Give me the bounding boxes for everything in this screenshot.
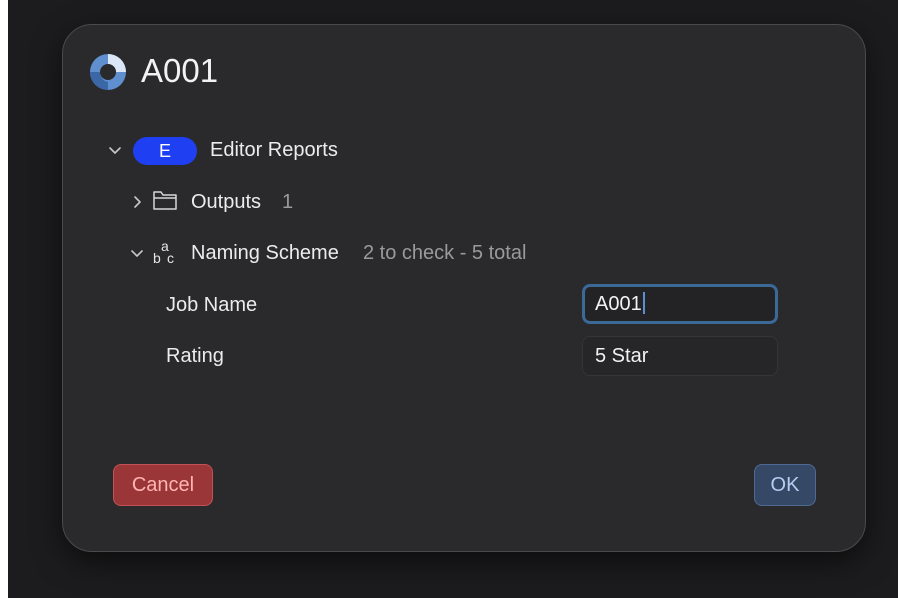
rating-field[interactable]: 5 Star bbox=[582, 336, 778, 376]
ok-button[interactable]: OK bbox=[754, 464, 816, 506]
job-name-value: A001 bbox=[595, 293, 642, 315]
editor-reports-badge: E bbox=[133, 137, 197, 165]
editor-reports-label[interactable]: Editor Reports bbox=[210, 137, 338, 163]
outputs-label[interactable]: Outputs bbox=[191, 189, 261, 215]
job-name-field[interactable]: A001 bbox=[582, 284, 778, 324]
abc-icon: a b c bbox=[153, 238, 174, 266]
cancel-button[interactable]: Cancel bbox=[113, 464, 213, 506]
chevron-down-icon[interactable] bbox=[130, 247, 144, 261]
app-logo-icon bbox=[88, 52, 128, 92]
chevron-down-icon[interactable] bbox=[108, 144, 122, 158]
chevron-right-icon[interactable] bbox=[130, 195, 144, 209]
naming-scheme-label[interactable]: Naming Scheme bbox=[191, 240, 339, 266]
job-dialog: A001 E Editor Reports Outputs 1 a b c Na… bbox=[62, 24, 866, 552]
outputs-count: 1 bbox=[282, 191, 294, 213]
folder-icon bbox=[152, 188, 178, 212]
job-name-label: Job Name bbox=[166, 294, 258, 316]
rating-label: Rating bbox=[166, 345, 224, 367]
naming-scheme-summary: 2 to check - 5 total bbox=[363, 242, 527, 264]
dialog-title: A001 bbox=[141, 52, 219, 89]
text-caret bbox=[642, 292, 645, 314]
